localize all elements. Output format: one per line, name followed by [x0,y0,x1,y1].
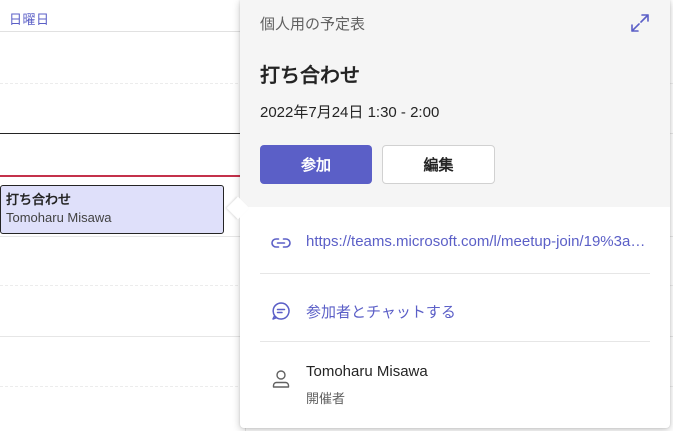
row-divider [260,341,650,342]
row-divider [260,273,650,274]
meeting-title: 打ち合わせ [260,65,360,87]
person-icon [272,370,290,388]
calendar-event[interactable]: 打ち合わせ Tomoharu Misawa [0,185,224,234]
event-title: 打ち合わせ [6,192,72,207]
current-time-indicator [0,175,240,177]
organizer-role: 開催者 [306,391,346,406]
expand-icon[interactable] [629,12,651,34]
edit-button[interactable]: 編集 [382,145,495,184]
event-details-popover: 個人用の予定表 打ち合わせ 2022年7月24日 1:30 - 2:00 参加 … [240,0,670,428]
event-organizer: Tomoharu Misawa [6,210,112,225]
chat-icon [272,302,290,320]
meeting-link[interactable]: https://teams.microsoft.com/l/meetup-joi… [306,233,652,250]
chat-with-participants-link[interactable]: 参加者とチャットする [306,301,456,322]
day-header[interactable]: 日曜日 [0,0,240,32]
link-icon [271,238,291,248]
organizer-name[interactable]: Tomoharu Misawa [306,363,428,380]
popover-header: 個人用の予定表 打ち合わせ 2022年7月24日 1:30 - 2:00 参加 … [240,0,670,207]
calendar-name: 個人用の予定表 [260,16,366,33]
meeting-time: 2022年7月24日 1:30 - 2:00 [260,104,440,121]
day-label: 日曜日 [9,12,50,27]
previous-event-edge [0,133,240,134]
join-button[interactable]: 参加 [260,145,372,184]
